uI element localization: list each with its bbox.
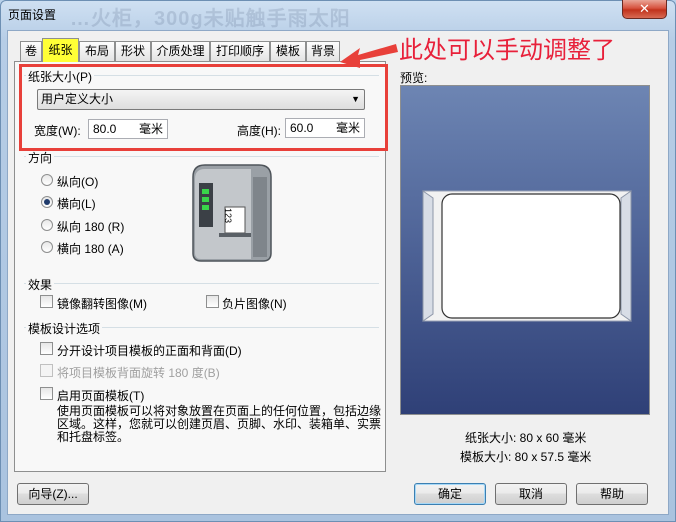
tab-template[interactable]: 模板 — [270, 41, 306, 61]
preview-pane — [400, 85, 650, 415]
tab-background[interactable]: 背景 — [306, 41, 340, 61]
paper-size-info: 纸张大小: 80 x 60 毫米 — [465, 431, 587, 445]
help-button[interactable]: 帮助 — [576, 483, 648, 505]
window-title: 页面设置 — [8, 8, 57, 22]
cancel-button[interactable]: 取消 — [495, 483, 567, 505]
radio-landscape[interactable] — [41, 196, 53, 208]
tab-roll[interactable]: 卷 — [20, 41, 42, 61]
effects-group-label: 效果 — [26, 276, 55, 293]
tab-layout[interactable]: 布局 — [79, 41, 115, 61]
group-divider — [24, 283, 379, 284]
enable-page-template-label[interactable]: 启用页面模板(T) — [57, 387, 144, 404]
preview-label: 预览: — [400, 71, 428, 85]
wizard-button[interactable]: 向导(Z)... — [17, 483, 89, 505]
rotate-back-label: 将项目模板背面旋转 180 度(B) — [57, 366, 220, 380]
group-divider — [24, 156, 379, 157]
annotation-arrow-icon — [340, 44, 398, 68]
portrait-180-label[interactable]: 纵向 180 (R) — [57, 218, 124, 235]
orientation-group-label: 方向 — [26, 149, 55, 166]
rotate-back-checkbox — [40, 364, 53, 377]
page-template-description: 使用页面模板可以将对象放置在页面上的任何位置，包括边缘区域。这样，您就可以创建页… — [57, 404, 382, 444]
printer-label-text: 123 — [223, 208, 233, 224]
label-preview-icon — [422, 190, 632, 322]
close-icon: ✕ — [639, 1, 650, 16]
mirror-checkbox[interactable] — [40, 295, 53, 308]
template-size-info: 模板大小: 80 x 57.5 毫米 — [460, 450, 592, 464]
ok-button[interactable]: 确定 — [414, 483, 486, 505]
landscape-180-label[interactable]: 横向 180 (A) — [57, 240, 124, 257]
tab-label: 纸张 — [48, 43, 73, 57]
tab-label: 背景 — [310, 44, 335, 58]
tab-paper[interactable]: 纸张 — [42, 38, 79, 62]
tab-shape[interactable]: 形状 — [115, 41, 151, 61]
radio-portrait[interactable] — [41, 174, 53, 186]
tab-label: 布局 — [84, 44, 109, 58]
negative-checkbox[interactable] — [206, 295, 219, 308]
negative-label[interactable]: 负片图像(N) — [222, 295, 287, 312]
radio-landscape-180[interactable] — [41, 241, 53, 253]
separate-sides-checkbox[interactable] — [40, 342, 53, 355]
tab-label: 卷 — [24, 44, 37, 58]
tab-label: 模板 — [275, 44, 300, 58]
tab-label: 形状 — [120, 44, 145, 58]
tab-label: 打印顺序 — [215, 44, 264, 58]
title-background-text: …火柜，300g未贴触手雨太阳 — [70, 8, 351, 30]
title-bar[interactable]: 页面设置 …火柜，300g未贴触手雨太阳 ✕ — [0, 0, 674, 30]
enable-page-template-checkbox[interactable] — [40, 387, 53, 400]
tab-media-handling[interactable]: 介质处理 — [151, 41, 210, 61]
tab-label: 介质处理 — [156, 44, 205, 58]
tab-print-order[interactable]: 打印顺序 — [210, 41, 270, 61]
mirror-label[interactable]: 镜像翻转图像(M) — [57, 295, 147, 312]
template-options-group-label: 模板设计选项 — [26, 320, 103, 337]
portrait-label[interactable]: 纵向(O) — [57, 173, 98, 190]
close-button[interactable]: ✕ — [622, 0, 667, 19]
annotation-highlight-box — [19, 64, 388, 151]
landscape-label[interactable]: 横向(L) — [57, 195, 96, 212]
annotation-text: 此处可以手动调整了 — [399, 37, 615, 64]
radio-portrait-180[interactable] — [41, 219, 53, 231]
separate-sides-label[interactable]: 分开设计项目模板的正面和背面(D) — [57, 342, 242, 359]
